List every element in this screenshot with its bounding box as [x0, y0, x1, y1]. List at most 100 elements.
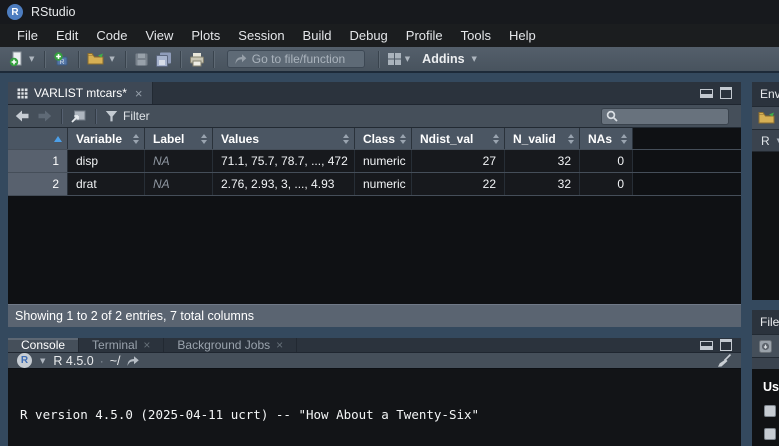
- rstudio-logo-icon: R: [7, 4, 23, 20]
- panes-grid-icon: [387, 52, 402, 66]
- menu-build[interactable]: Build: [294, 28, 341, 43]
- toolbar-divider: [44, 51, 45, 68]
- header-ndist-val[interactable]: Ndist_val: [412, 128, 505, 149]
- header-values[interactable]: Values: [213, 128, 355, 149]
- menu-file[interactable]: File: [8, 28, 47, 43]
- header-class[interactable]: Class: [355, 128, 412, 149]
- main-toolbar: ▼ R ▼: [0, 47, 779, 73]
- cell-filler: [633, 173, 741, 195]
- goto-file-function-input[interactable]: [252, 52, 358, 66]
- viewer-tab-title: VARLIST mtcars*: [34, 86, 127, 100]
- clear-console-button[interactable]: [716, 353, 732, 368]
- toolbar-divider: [95, 109, 96, 124]
- cell-ndist-val: 22: [412, 173, 505, 195]
- file-checkbox[interactable]: [764, 405, 776, 417]
- close-icon[interactable]: ×: [143, 338, 150, 352]
- menu-tools[interactable]: Tools: [452, 28, 500, 43]
- menu-edit[interactable]: Edit: [47, 28, 87, 43]
- file-checkbox[interactable]: [764, 428, 776, 440]
- environment-scope-selector[interactable]: R ▼: [752, 130, 779, 152]
- menu-code[interactable]: Code: [87, 28, 136, 43]
- toolbar-divider: [213, 51, 214, 68]
- chevron-down-icon: ▼: [27, 55, 36, 63]
- tab-label: Console: [21, 338, 65, 352]
- clear-console-icon: [716, 353, 732, 368]
- save-all-button[interactable]: [152, 51, 175, 67]
- row-number: 2: [8, 173, 68, 195]
- toolbar-divider: [125, 51, 126, 68]
- menu-plots[interactable]: Plots: [182, 28, 229, 43]
- working-directory: ~/: [110, 354, 121, 368]
- back-arrow-icon[interactable]: [15, 110, 30, 122]
- chevron-down-icon: ▼: [403, 55, 412, 63]
- forward-arrow-icon[interactable]: [37, 110, 52, 122]
- open-file-button[interactable]: ▼: [84, 51, 119, 67]
- console-info-bar: R ▼ R 4.5.0 · ~/: [8, 353, 741, 369]
- table-grid-icon: [17, 88, 28, 99]
- cell-variable: disp: [68, 150, 145, 172]
- menu-profile[interactable]: Profile: [397, 28, 452, 43]
- filter-label: Filter: [123, 109, 150, 123]
- new-file-icon: [9, 51, 26, 67]
- tab-varlist-mtcars[interactable]: VARLIST mtcars* ×: [8, 82, 153, 104]
- console-tabstrip: Console Terminal × Background Jobs ×: [8, 338, 741, 353]
- tab-environment[interactable]: Envir: [760, 87, 779, 101]
- header-filler: [633, 128, 741, 149]
- close-icon[interactable]: ×: [276, 338, 283, 352]
- r-version-icon[interactable]: R: [17, 353, 32, 368]
- goto-file-function-box[interactable]: [227, 50, 365, 68]
- separator-dot: ·: [100, 354, 104, 368]
- toolbar-divider: [61, 109, 62, 124]
- viewer-search-box[interactable]: [601, 108, 729, 125]
- maximize-pane-icon[interactable]: [720, 339, 732, 351]
- header-label: Values: [221, 132, 259, 146]
- environment-toolbar: [752, 106, 779, 130]
- scope-label: R: [761, 134, 770, 148]
- pane-layout-button[interactable]: ▼: [384, 52, 415, 66]
- environment-pane: Envir R ▼: [752, 82, 779, 300]
- filter-button[interactable]: Filter: [105, 109, 150, 123]
- new-project-button[interactable]: R: [50, 51, 73, 67]
- close-icon[interactable]: ×: [133, 87, 143, 100]
- menu-help[interactable]: Help: [500, 28, 545, 43]
- tab-files[interactable]: Files: [760, 315, 779, 329]
- save-button[interactable]: [131, 52, 152, 67]
- sort-arrows-icon: [343, 134, 351, 144]
- files-pane: Files User: [752, 310, 779, 446]
- minimize-pane-icon[interactable]: [700, 341, 713, 350]
- tab-background-jobs[interactable]: Background Jobs ×: [164, 338, 297, 352]
- files-new-icon[interactable]: [758, 339, 773, 354]
- cell-values: 71.1, 75.7, 78.7, ..., 472: [213, 150, 355, 172]
- header-label: Ndist_val: [420, 132, 473, 146]
- sort-arrows-icon: [493, 134, 501, 144]
- cell-nas: 0: [580, 150, 633, 172]
- menu-debug[interactable]: Debug: [340, 28, 396, 43]
- menu-session[interactable]: Session: [229, 28, 293, 43]
- header-label-col[interactable]: Label: [145, 128, 213, 149]
- tab-console[interactable]: Console: [8, 338, 79, 352]
- tab-terminal[interactable]: Terminal ×: [79, 338, 164, 352]
- header-variable[interactable]: Variable: [68, 128, 145, 149]
- chevron-down-icon[interactable]: ▼: [38, 357, 47, 365]
- print-button[interactable]: [186, 52, 208, 67]
- header-rownum[interactable]: [8, 128, 68, 149]
- new-file-button[interactable]: ▼: [6, 51, 39, 67]
- cell-nas: 0: [580, 173, 633, 195]
- addins-button[interactable]: Addins ▼: [415, 52, 482, 66]
- header-n-valid[interactable]: N_valid: [505, 128, 580, 149]
- tab-label: Background Jobs: [177, 338, 270, 352]
- environment-tabstrip: Envir: [752, 82, 779, 106]
- console-pane: Console Terminal × Background Jobs × R ▼…: [8, 338, 741, 446]
- goto-directory-icon[interactable]: [126, 355, 140, 367]
- files-toolbar: [752, 334, 779, 358]
- viewer-search-input[interactable]: [622, 110, 724, 122]
- sort-arrows-icon: [133, 134, 141, 144]
- header-nas[interactable]: NAs: [580, 128, 633, 149]
- import-dataset-icon[interactable]: [758, 110, 777, 126]
- menu-view[interactable]: View: [136, 28, 182, 43]
- popout-icon[interactable]: [71, 110, 86, 123]
- minimize-pane-icon[interactable]: [700, 89, 713, 98]
- chevron-down-icon: ▼: [775, 137, 779, 145]
- header-label: Label: [153, 132, 184, 146]
- maximize-pane-icon[interactable]: [720, 87, 732, 99]
